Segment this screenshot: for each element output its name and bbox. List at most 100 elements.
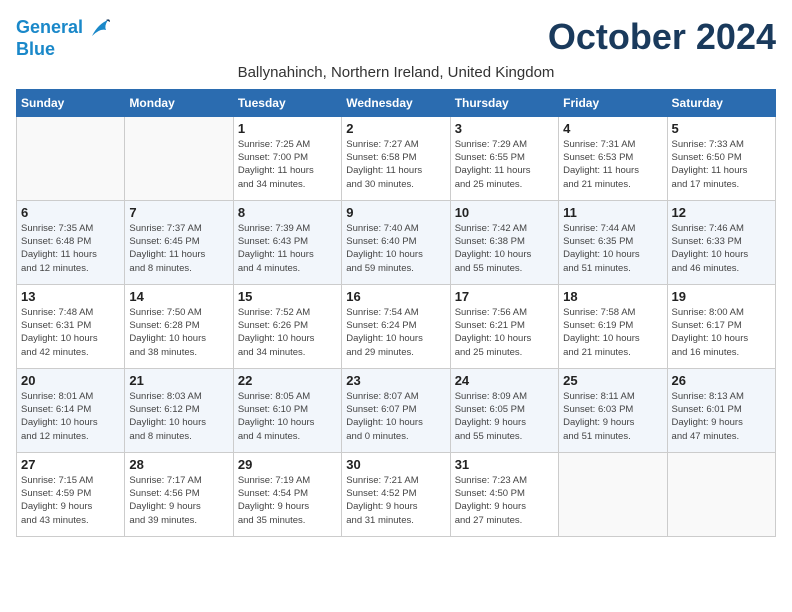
calendar-week-2: 6 Sunrise: 7:35 AM Sunset: 6:48 PM Daylig… — [17, 200, 776, 284]
day-info: Sunrise: 8:11 AM Sunset: 6:03 PM Dayligh… — [563, 390, 662, 443]
calendar-week-5: 27 Sunrise: 7:15 AM Sunset: 4:59 PM Dayli… — [17, 452, 776, 536]
day-info: Sunrise: 8:07 AM Sunset: 6:07 PM Dayligh… — [346, 390, 445, 443]
logo: General Blue — [16, 16, 110, 60]
calendar-cell: 26 Sunrise: 8:13 AM Sunset: 6:01 PM Dayli… — [667, 368, 775, 452]
page-header: General Blue October 2024 — [16, 16, 776, 60]
calendar-cell: 12 Sunrise: 7:46 AM Sunset: 6:33 PM Dayli… — [667, 200, 775, 284]
calendar-cell: 23 Sunrise: 8:07 AM Sunset: 6:07 PM Dayli… — [342, 368, 450, 452]
calendar-cell — [667, 452, 775, 536]
logo-bird-icon — [90, 16, 110, 40]
day-number: 4 — [563, 121, 662, 136]
day-number: 31 — [455, 457, 554, 472]
calendar-cell: 14 Sunrise: 7:50 AM Sunset: 6:28 PM Dayli… — [125, 284, 233, 368]
calendar-cell: 5 Sunrise: 7:33 AM Sunset: 6:50 PM Daylig… — [667, 116, 775, 200]
calendar-cell: 1 Sunrise: 7:25 AM Sunset: 7:00 PM Daylig… — [233, 116, 341, 200]
day-info: Sunrise: 7:33 AM Sunset: 6:50 PM Dayligh… — [672, 138, 771, 191]
calendar-cell: 7Sunrise: 7:37 AM Sunset: 6:45 PM Daylig… — [125, 200, 233, 284]
calendar-week-4: 20 Sunrise: 8:01 AM Sunset: 6:14 PM Dayli… — [17, 368, 776, 452]
calendar-cell: 19Sunrise: 8:00 AM Sunset: 6:17 PM Dayli… — [667, 284, 775, 368]
day-number: 14 — [129, 289, 228, 304]
day-info: Sunrise: 8:05 AM Sunset: 6:10 PM Dayligh… — [238, 390, 337, 443]
calendar-cell: 3Sunrise: 7:29 AM Sunset: 6:55 PM Daylig… — [450, 116, 558, 200]
calendar-cell: 24 Sunrise: 8:09 AM Sunset: 6:05 PM Dayli… — [450, 368, 558, 452]
day-info: Sunrise: 7:39 AM Sunset: 6:43 PM Dayligh… — [238, 222, 337, 275]
day-number: 15 — [238, 289, 337, 304]
calendar-table: SundayMondayTuesdayWednesdayThursdayFrid… — [16, 89, 776, 537]
header-friday: Friday — [559, 89, 667, 116]
day-number: 29 — [238, 457, 337, 472]
header-wednesday: Wednesday — [342, 89, 450, 116]
day-info: Sunrise: 7:40 AM Sunset: 6:40 PM Dayligh… — [346, 222, 445, 275]
calendar-cell: 15 Sunrise: 7:52 AM Sunset: 6:26 PM Dayli… — [233, 284, 341, 368]
calendar-cell: 17Sunrise: 7:56 AM Sunset: 6:21 PM Dayli… — [450, 284, 558, 368]
day-info: Sunrise: 7:25 AM Sunset: 7:00 PM Dayligh… — [238, 138, 337, 191]
day-number: 19 — [672, 289, 771, 304]
day-number: 28 — [129, 457, 228, 472]
calendar-cell: 27 Sunrise: 7:15 AM Sunset: 4:59 PM Dayli… — [17, 452, 125, 536]
day-info: Sunrise: 7:50 AM Sunset: 6:28 PM Dayligh… — [129, 306, 228, 359]
day-info: Sunrise: 7:35 AM Sunset: 6:48 PM Dayligh… — [21, 222, 120, 275]
day-number: 24 — [455, 373, 554, 388]
calendar-cell: 22Sunrise: 8:05 AM Sunset: 6:10 PM Dayli… — [233, 368, 341, 452]
day-number: 26 — [672, 373, 771, 388]
calendar-cell: 21Sunrise: 8:03 AM Sunset: 6:12 PM Dayli… — [125, 368, 233, 452]
logo-general: General — [16, 17, 83, 37]
day-number: 27 — [21, 457, 120, 472]
day-info: Sunrise: 7:19 AM Sunset: 4:54 PM Dayligh… — [238, 474, 337, 527]
day-info: Sunrise: 7:31 AM Sunset: 6:53 PM Dayligh… — [563, 138, 662, 191]
header-thursday: Thursday — [450, 89, 558, 116]
day-number: 1 — [238, 121, 337, 136]
day-info: Sunrise: 7:48 AM Sunset: 6:31 PM Dayligh… — [21, 306, 120, 359]
logo-text: General — [16, 16, 110, 40]
calendar-cell — [559, 452, 667, 536]
day-info: Sunrise: 7:46 AM Sunset: 6:33 PM Dayligh… — [672, 222, 771, 275]
day-info: Sunrise: 8:09 AM Sunset: 6:05 PM Dayligh… — [455, 390, 554, 443]
calendar-cell: 13 Sunrise: 7:48 AM Sunset: 6:31 PM Dayli… — [17, 284, 125, 368]
header-tuesday: Tuesday — [233, 89, 341, 116]
calendar-cell: 10Sunrise: 7:42 AM Sunset: 6:38 PM Dayli… — [450, 200, 558, 284]
day-number: 18 — [563, 289, 662, 304]
calendar-cell: 2 Sunrise: 7:27 AM Sunset: 6:58 PM Daylig… — [342, 116, 450, 200]
calendar-cell: 8 Sunrise: 7:39 AM Sunset: 6:43 PM Daylig… — [233, 200, 341, 284]
calendar-cell: 4 Sunrise: 7:31 AM Sunset: 6:53 PM Daylig… — [559, 116, 667, 200]
calendar-cell: 20 Sunrise: 8:01 AM Sunset: 6:14 PM Dayli… — [17, 368, 125, 452]
month-title: October 2024 — [548, 16, 776, 58]
calendar-header-row: SundayMondayTuesdayWednesdayThursdayFrid… — [17, 89, 776, 116]
calendar-cell: 6 Sunrise: 7:35 AM Sunset: 6:48 PM Daylig… — [17, 200, 125, 284]
day-number: 12 — [672, 205, 771, 220]
day-number: 3 — [455, 121, 554, 136]
day-info: Sunrise: 7:52 AM Sunset: 6:26 PM Dayligh… — [238, 306, 337, 359]
day-number: 9 — [346, 205, 445, 220]
day-number: 5 — [672, 121, 771, 136]
calendar-cell: 30Sunrise: 7:21 AM Sunset: 4:52 PM Dayli… — [342, 452, 450, 536]
day-number: 23 — [346, 373, 445, 388]
day-info: Sunrise: 7:23 AM Sunset: 4:50 PM Dayligh… — [455, 474, 554, 527]
day-info: Sunrise: 8:03 AM Sunset: 6:12 PM Dayligh… — [129, 390, 228, 443]
calendar-cell: 29 Sunrise: 7:19 AM Sunset: 4:54 PM Dayli… — [233, 452, 341, 536]
day-number: 2 — [346, 121, 445, 136]
day-number: 25 — [563, 373, 662, 388]
calendar-week-3: 13 Sunrise: 7:48 AM Sunset: 6:31 PM Dayli… — [17, 284, 776, 368]
day-info: Sunrise: 7:15 AM Sunset: 4:59 PM Dayligh… — [21, 474, 120, 527]
day-info: Sunrise: 7:42 AM Sunset: 6:38 PM Dayligh… — [455, 222, 554, 275]
day-number: 7 — [129, 205, 228, 220]
day-info: Sunrise: 7:44 AM Sunset: 6:35 PM Dayligh… — [563, 222, 662, 275]
day-number: 17 — [455, 289, 554, 304]
day-number: 13 — [21, 289, 120, 304]
day-info: Sunrise: 8:13 AM Sunset: 6:01 PM Dayligh… — [672, 390, 771, 443]
calendar-cell: 11Sunrise: 7:44 AM Sunset: 6:35 PM Dayli… — [559, 200, 667, 284]
day-number: 6 — [21, 205, 120, 220]
logo-blue: Blue — [16, 40, 110, 60]
day-info: Sunrise: 7:17 AM Sunset: 4:56 PM Dayligh… — [129, 474, 228, 527]
day-number: 20 — [21, 373, 120, 388]
calendar-body: 1 Sunrise: 7:25 AM Sunset: 7:00 PM Daylig… — [17, 116, 776, 536]
day-info: Sunrise: 7:58 AM Sunset: 6:19 PM Dayligh… — [563, 306, 662, 359]
calendar-cell: 31 Sunrise: 7:23 AM Sunset: 4:50 PM Dayli… — [450, 452, 558, 536]
day-info: Sunrise: 7:21 AM Sunset: 4:52 PM Dayligh… — [346, 474, 445, 527]
header-sunday: Sunday — [17, 89, 125, 116]
day-number: 8 — [238, 205, 337, 220]
day-info: Sunrise: 7:27 AM Sunset: 6:58 PM Dayligh… — [346, 138, 445, 191]
location-title: Ballynahinch, Northern Ireland, United K… — [16, 64, 776, 81]
day-info: Sunrise: 8:01 AM Sunset: 6:14 PM Dayligh… — [21, 390, 120, 443]
calendar-cell: 9 Sunrise: 7:40 AM Sunset: 6:40 PM Daylig… — [342, 200, 450, 284]
